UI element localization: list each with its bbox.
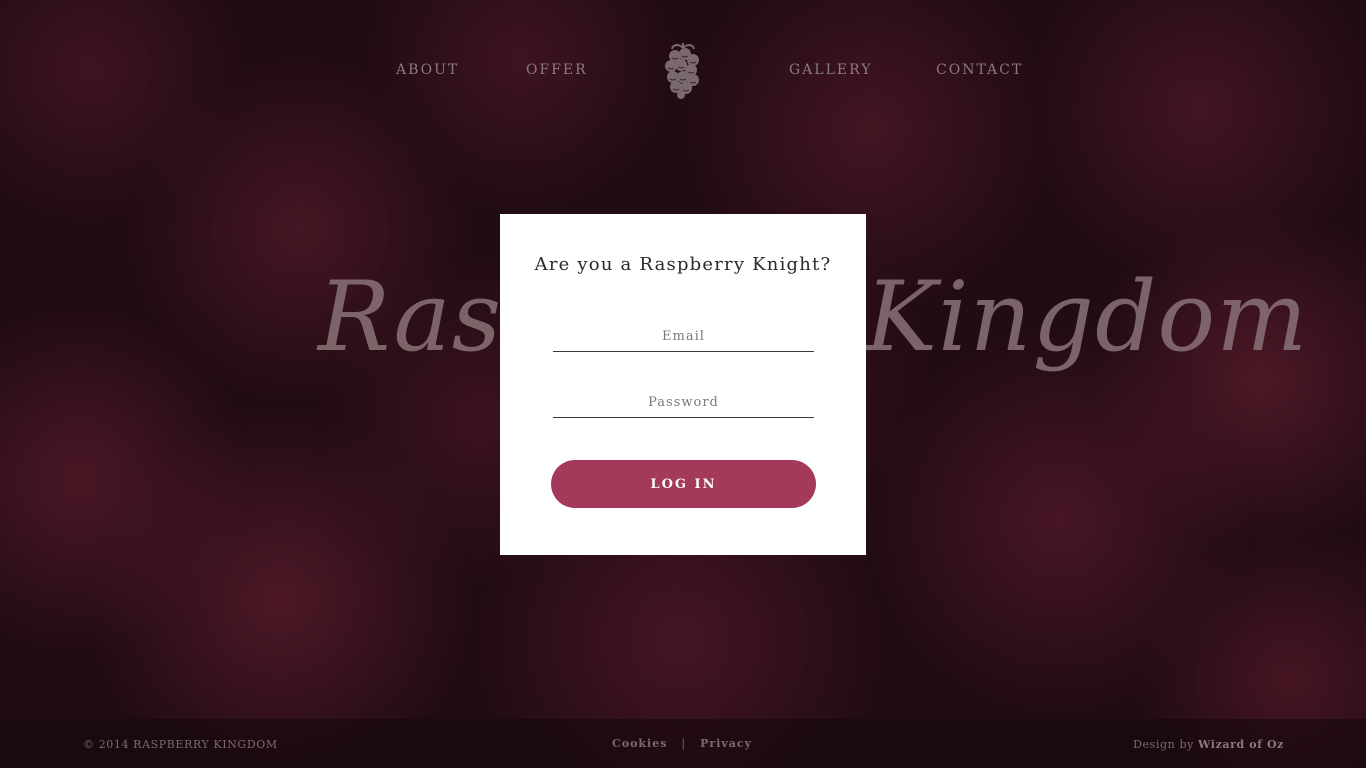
- main-nav: ABOUT OFFER GALLERY CONTACT: [0, 0, 1366, 140]
- cookies-link[interactable]: Cookies: [612, 737, 667, 750]
- password-field[interactable]: [553, 387, 814, 418]
- nav-contact[interactable]: CONTACT: [936, 62, 1023, 78]
- login-button[interactable]: LOG IN: [551, 460, 816, 508]
- privacy-link[interactable]: Privacy: [700, 737, 752, 750]
- copyright-text: © 2014 RASPBERRY KINGDOM: [83, 738, 278, 751]
- footer-separator: |: [681, 737, 687, 750]
- email-field[interactable]: [553, 322, 814, 352]
- page: ABOUT OFFER GALLERY CONTACT Are you a Ra…: [0, 0, 1366, 768]
- credit-name-link[interactable]: Wizard of Oz: [1198, 738, 1284, 751]
- raspberry-logo-icon[interactable]: [658, 40, 708, 100]
- nav-offer[interactable]: OFFER: [526, 62, 588, 78]
- design-credit: Design by Wizard of Oz: [1133, 738, 1284, 751]
- credit-prefix: Design by: [1133, 738, 1194, 751]
- footer-links: Cookies | Privacy: [612, 737, 752, 750]
- nav-gallery[interactable]: GALLERY: [789, 62, 872, 78]
- nav-about[interactable]: ABOUT: [396, 62, 459, 78]
- login-title: Are you a Raspberry Knight?: [534, 254, 832, 275]
